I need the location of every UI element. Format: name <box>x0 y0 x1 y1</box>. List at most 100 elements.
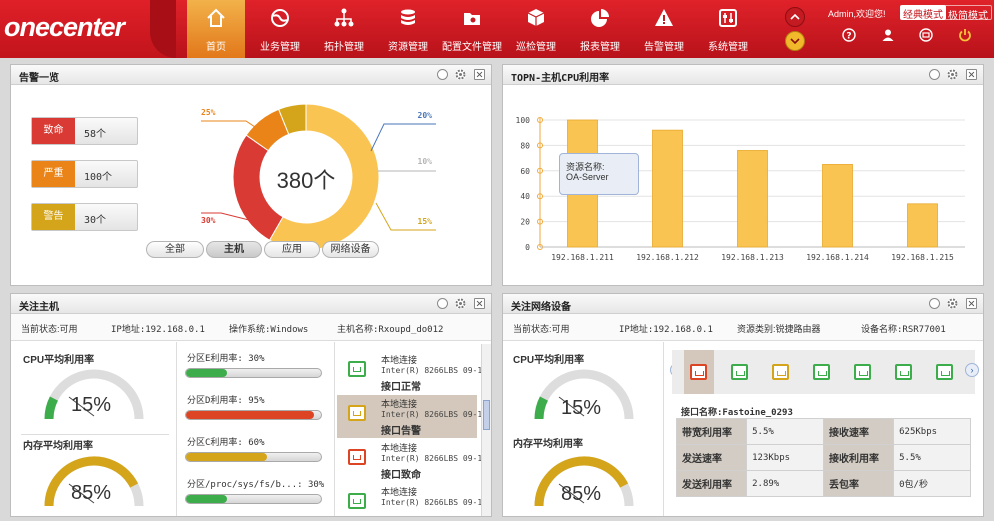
power-icon[interactable] <box>958 28 972 42</box>
chevron-down-icon <box>790 38 800 45</box>
network-port-icon[interactable] <box>731 364 748 380</box>
scroll-down-button[interactable] <box>785 31 805 51</box>
connection-desc: Inter(R) 8266LBS 09-1 <box>381 498 483 507</box>
nav-item-1[interactable]: 首页 <box>187 0 245 58</box>
table-value-cell: 0包/秒 <box>893 470 971 497</box>
close-icon[interactable] <box>474 298 485 309</box>
host-os: 操作系统:Windows <box>229 325 309 335</box>
top-header: onecenter 首页 业务管理 拓扑管理 资源管理 配置文件管理 巡检管理 报表管理 告警… <box>0 0 994 58</box>
donut-leader-line <box>370 123 436 152</box>
screen-lock-icon[interactable] <box>919 28 933 42</box>
table-row: 发送速率 123Kbps 接收利用率 5.5% <box>675 444 971 471</box>
help-icon[interactable]: ? <box>842 28 856 42</box>
ports-next-button[interactable]: › <box>965 363 979 377</box>
home-icon <box>207 8 225 27</box>
connection-status: 接口致命 <box>381 470 421 481</box>
device-category: 资源类别:锐捷路由器 <box>737 324 821 334</box>
table-header-cell: 接收利用率 <box>822 444 895 471</box>
bar[interactable] <box>737 150 768 248</box>
refresh-icon[interactable] <box>929 69 940 80</box>
refresh-icon[interactable] <box>437 69 448 80</box>
network-port-icon[interactable] <box>772 364 789 380</box>
network-port-icon[interactable] <box>895 364 912 380</box>
user-greeting: Admin,欢迎您! <box>828 9 886 19</box>
table-row: 带宽利用率 5.5% 接收速率 625Kbps <box>675 418 971 445</box>
cube-icon <box>527 9 545 26</box>
nav-item-4[interactable]: 资源管理 <box>379 0 437 58</box>
nav-item-6[interactable]: 巡检管理 <box>507 0 565 58</box>
bar[interactable] <box>822 164 853 248</box>
partition-bar-fill <box>186 495 227 503</box>
table-header-cell: 发送利用率 <box>675 470 748 497</box>
bar[interactable] <box>652 129 683 248</box>
connection-item[interactable]: 本地连接 Inter(R) 8266LBS 09-1 <box>337 483 482 516</box>
user-icon[interactable] <box>881 28 895 42</box>
network-port-icon[interactable] <box>690 364 707 380</box>
x-tick-label: 192.168.1.211 <box>551 253 614 262</box>
nav-item-8[interactable]: 告警管理 <box>635 0 693 58</box>
column-divider <box>176 342 177 516</box>
close-icon[interactable] <box>474 69 485 80</box>
network-port-icon[interactable] <box>813 364 830 380</box>
alarm-level-button[interactable]: 严重 100个 <box>31 160 138 188</box>
connection-item[interactable]: 本地连接 Inter(R) 8266LBS 09-1 接口告警 <box>337 395 482 438</box>
partition-bar <box>185 368 322 378</box>
network-port-icon <box>348 449 366 465</box>
nav-item-7[interactable]: 报表管理 <box>571 0 629 58</box>
connection-item[interactable]: 本地连接 Inter(R) 8266LBS 09-1 接口致命 <box>337 439 482 482</box>
connection-name: 本地连接 <box>381 487 418 497</box>
table-header-cell: 发送速率 <box>675 444 748 471</box>
bar[interactable] <box>907 203 938 248</box>
partition-bar <box>185 410 322 420</box>
settings-gear-icon[interactable] <box>455 298 466 309</box>
device-ip: IP地址:192.168.0.1 <box>619 325 713 335</box>
refresh-icon[interactable] <box>437 298 448 309</box>
nav-item-9[interactable]: 系统管理 <box>699 0 757 58</box>
chart-tooltip: 资源名称: OA-Server <box>559 153 639 195</box>
close-icon[interactable] <box>966 298 977 309</box>
close-icon[interactable] <box>966 69 977 80</box>
network-port-icon <box>348 405 366 421</box>
alarm-level-button[interactable]: 警告 30个 <box>31 203 138 231</box>
filter-tab[interactable]: 主机 <box>206 241 262 258</box>
y-tick-label: 0 <box>525 243 530 252</box>
donut-label: 20% <box>418 111 433 120</box>
tooltip-value: OA-Server <box>566 172 609 182</box>
filter-tab[interactable]: 应用 <box>264 241 320 258</box>
alarm-level-count: 30个 <box>84 215 107 226</box>
settings-gear-icon[interactable] <box>947 69 958 80</box>
partition-label: 分区D利用率: 95% <box>187 396 265 406</box>
connection-name: 本地连接 <box>381 399 418 409</box>
x-tick-label: 192.168.1.212 <box>636 253 699 262</box>
network-port-icon[interactable] <box>936 364 953 380</box>
simple-mode-button[interactable]: 极简模式 <box>944 5 992 22</box>
connection-desc: Inter(R) 8266LBS 09-1 <box>381 410 483 419</box>
alarm-level-button[interactable]: 致命 58个 <box>31 117 138 145</box>
connection-item[interactable]: 本地连接 Inter(R) 8266LBS 09-1 接口正常 <box>337 351 482 394</box>
database-icon <box>401 9 415 25</box>
nav-item-2[interactable]: 业务管理 <box>251 0 309 58</box>
settings-gear-icon[interactable] <box>455 69 466 80</box>
filter-tab[interactable]: 全部 <box>146 241 204 258</box>
network-port-icon <box>348 493 366 509</box>
network-port-icon[interactable] <box>854 364 871 380</box>
y-tick-label: 100 <box>516 116 531 125</box>
table-header-cell: 接收速率 <box>822 418 895 445</box>
panel-header: 告警一览 <box>11 65 491 85</box>
nav-item-5[interactable]: 配置文件管理 <box>442 0 502 58</box>
scroll-up-button[interactable] <box>785 7 805 27</box>
panel-title: 关注主机 <box>19 302 59 313</box>
settings-gear-icon[interactable] <box>947 298 958 309</box>
refresh-icon[interactable] <box>929 298 940 309</box>
classic-mode-button[interactable]: 经典模式 <box>900 5 946 21</box>
logo-text: onecenter <box>4 12 125 42</box>
column-divider <box>334 342 335 516</box>
donut-label: 15% <box>418 217 433 226</box>
scrollbar-thumb[interactable] <box>483 400 490 430</box>
table-header-cell: 丢包率 <box>822 470 895 497</box>
partition-bar-fill <box>186 369 227 377</box>
connection-scrollbar[interactable] <box>481 344 491 516</box>
nav-item-3[interactable]: 拓扑管理 <box>315 0 373 58</box>
filter-tab[interactable]: 网络设备 <box>322 241 379 258</box>
table-value-cell: 123Kbps <box>746 444 824 471</box>
